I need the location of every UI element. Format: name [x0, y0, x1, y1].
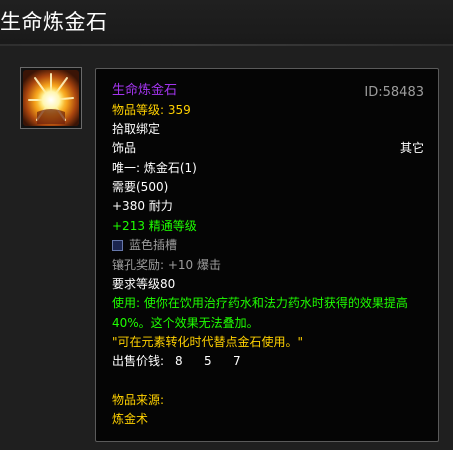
socket-label: 蓝色插槽	[129, 238, 178, 252]
stat-stamina: +380 耐力	[112, 199, 173, 213]
sell-price-gold: 8	[175, 354, 183, 368]
item-icon-frame[interactable]	[20, 67, 82, 129]
sell-price-silver: 5	[204, 354, 212, 368]
unique-equipped: 唯一: 炼金石(1)	[112, 161, 197, 175]
bind-type: 拾取绑定	[112, 122, 161, 136]
item-name[interactable]: 生命炼金石	[112, 83, 177, 99]
page-header: 生命炼金石	[0, 0, 453, 44]
flavor-text: "可在元素转化时代替点金石使用。"	[112, 335, 304, 349]
required-level: 要求等级80	[112, 277, 176, 291]
stat-mastery: +213 精通等级	[112, 219, 197, 233]
header-divider	[0, 44, 453, 46]
alchemist-stone-icon	[23, 70, 79, 126]
sell-price-label: 出售价钱:	[112, 354, 165, 368]
item-level: 物品等级: 359	[112, 103, 191, 117]
item-tooltip: 生命炼金石 ID:58483 物品等级: 359 拾取绑定 饰品 其它 唯一: …	[95, 68, 439, 442]
use-effect-line2: 40%。这个效果无法叠加。	[112, 316, 259, 330]
item-slot-type: 其它	[399, 141, 424, 155]
source-value[interactable]: 炼金术	[112, 411, 148, 427]
page-title: 生命炼金石	[0, 10, 108, 34]
source-label: 物品来源:	[112, 393, 165, 407]
blue-socket-icon	[112, 240, 123, 251]
use-effect-line1: 使用: 使你在饮用治疗药水和法力药水时获得的效果提高	[112, 296, 408, 310]
skill-requirement: 需要(500)	[112, 180, 169, 194]
item-id: ID:58483	[364, 85, 424, 100]
item-slot: 饰品	[112, 141, 137, 155]
socket-bonus: 镶孔奖励: +10 爆击	[112, 258, 221, 272]
sell-price-copper: 7	[233, 354, 241, 368]
